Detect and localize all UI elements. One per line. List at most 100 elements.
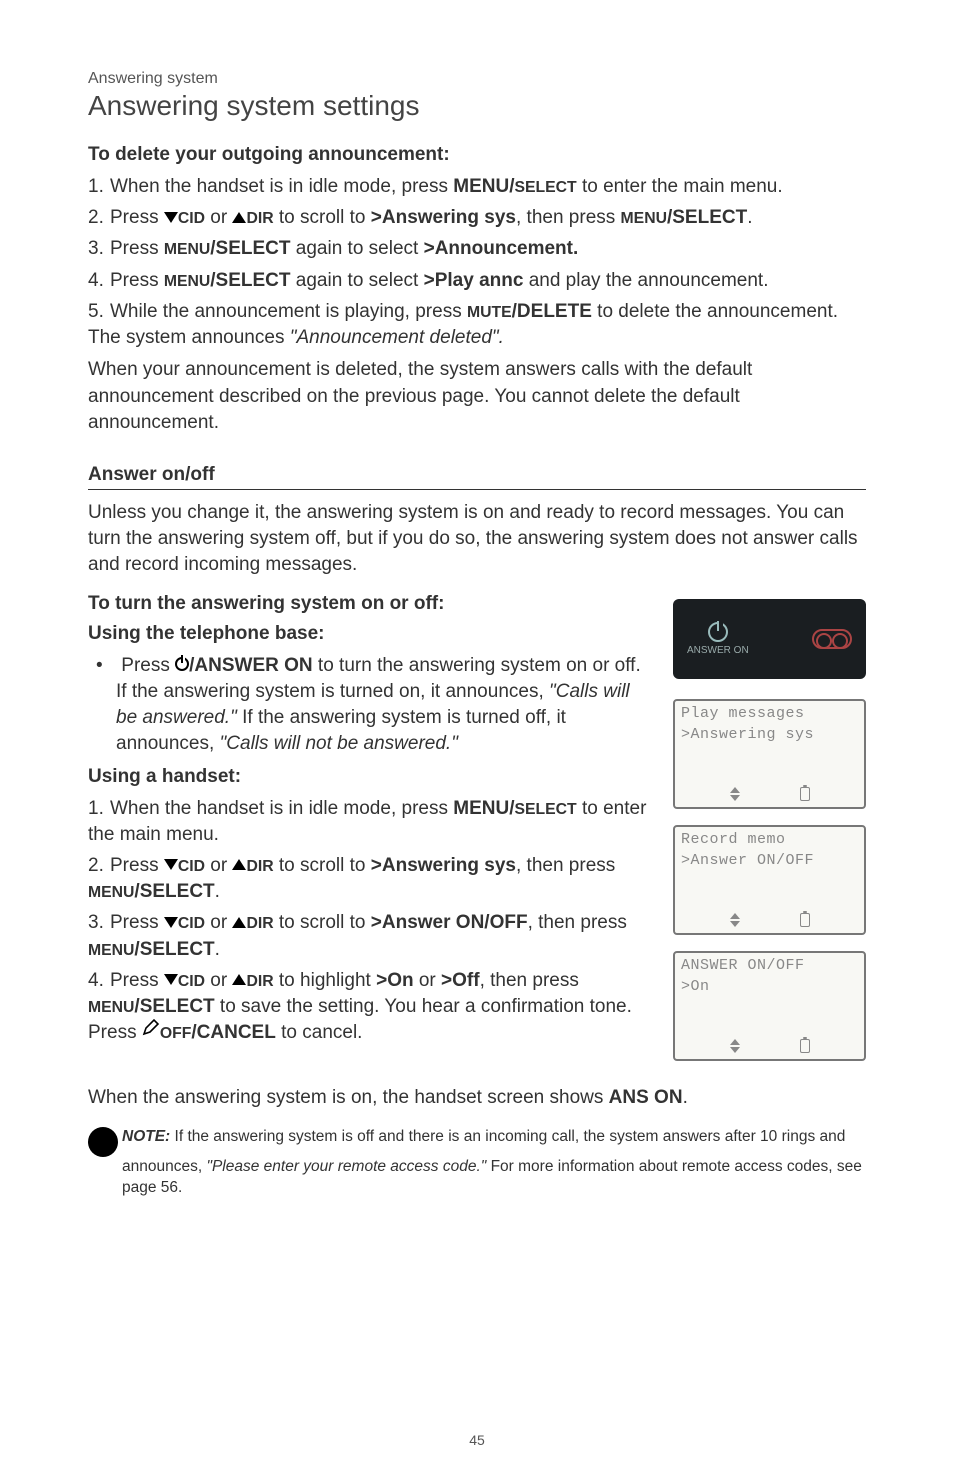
text: to scroll to — [274, 855, 371, 876]
text: or — [205, 970, 232, 991]
text: /SELECT — [210, 238, 290, 259]
step-number: 4. — [88, 968, 110, 994]
text: /ANSWER ON — [189, 655, 313, 676]
text: or — [205, 207, 232, 228]
lcd-line: >Answer ON/OFF — [675, 848, 864, 869]
text: >On — [376, 970, 413, 991]
arrow-down-icon — [164, 212, 178, 223]
text: /DELETE — [512, 301, 592, 322]
text: MENU/ — [453, 176, 514, 197]
step-number: 3. — [88, 910, 110, 936]
text: /SELECT — [134, 939, 214, 960]
step-2: 2.Press CID or DIR to scroll to >Answeri… — [88, 853, 655, 905]
text: MUTE — [467, 304, 512, 321]
answer-on-button-illustration: ANSWER ON — [673, 599, 866, 679]
step-3: 3.Press MENU/SELECT again to select >Ann… — [88, 236, 866, 262]
text: >Play annc — [424, 270, 524, 291]
note: iNOTE: If the answering system is off an… — [88, 1127, 866, 1199]
text: >Announcement. — [424, 238, 579, 259]
text: SELECT — [514, 801, 576, 818]
text: Press — [110, 207, 164, 228]
text: Press — [110, 238, 164, 259]
text: to scroll to — [274, 207, 371, 228]
text-italic: "Calls will not be answered." — [220, 733, 458, 754]
step-5: 5.While the announcement is playing, pre… — [88, 299, 866, 351]
lcd-screen-2: Record memo >Answer ON/OFF — [673, 825, 866, 935]
text: SELECT — [514, 179, 576, 196]
heading-delete-announcement: To delete your outgoing announcement: — [88, 144, 866, 166]
text: Press — [121, 655, 175, 676]
arrow-up-icon — [232, 859, 246, 870]
lcd-line: Play messages — [675, 701, 864, 722]
heading-using-base: Using the telephone base: — [88, 623, 655, 645]
arrow-up-icon — [232, 974, 246, 985]
text: . — [747, 207, 752, 228]
battery-icon — [800, 913, 810, 927]
arrow-down-icon — [164, 974, 178, 985]
text: . — [215, 939, 220, 960]
text: DIR — [246, 858, 273, 875]
text: and play the announcement. — [523, 270, 768, 291]
nav-arrows-icon — [730, 913, 740, 927]
text: /SELECT — [210, 270, 290, 291]
text: MENU — [164, 241, 210, 258]
text: >Answering sys — [371, 207, 516, 228]
text-italic: "Please enter your remote access code." — [206, 1158, 486, 1175]
step-number: 5. — [88, 299, 110, 325]
text: /CANCEL — [191, 1022, 275, 1043]
text: MENU/ — [453, 798, 514, 819]
lcd-line: ANSWER ON/OFF — [675, 953, 864, 974]
nav-arrows-icon — [730, 1039, 740, 1053]
text: >Answering sys — [371, 855, 516, 876]
heading-using-handset: Using a handset: — [88, 766, 655, 788]
step-number: 2. — [88, 853, 110, 879]
text: . — [215, 881, 220, 902]
step-number: 1. — [88, 796, 110, 822]
battery-icon — [800, 787, 810, 801]
steps-delete: 1.When the handset is in idle mode, pres… — [88, 174, 866, 351]
heading-answer-onoff: Answer on/off — [88, 464, 866, 490]
answer-on-button-left: ANSWER ON — [687, 622, 749, 656]
paragraph: When the answering system is on, the han… — [88, 1085, 866, 1111]
text: CID — [178, 210, 205, 227]
text: , then press — [516, 855, 615, 876]
text: , then press — [528, 912, 627, 933]
text: ANS ON — [609, 1087, 683, 1108]
battery-icon — [800, 1039, 810, 1053]
answer-on-label: ANSWER ON — [687, 645, 749, 656]
text: Press — [110, 270, 164, 291]
arrow-down-icon — [164, 859, 178, 870]
text: to scroll to — [274, 912, 371, 933]
text: OFF — [160, 1025, 192, 1042]
step-number: 2. — [88, 205, 110, 231]
text: to enter the main menu. — [577, 176, 783, 197]
page-number: 45 — [0, 1432, 954, 1448]
heading-turn-onoff: To turn the answering system on or off: — [88, 593, 655, 615]
paragraph: Unless you change it, the answering syst… — [88, 500, 866, 579]
text: MENU — [621, 210, 667, 227]
text-italic: "Announcement deleted". — [290, 327, 504, 348]
step-number: 4. — [88, 268, 110, 294]
lcd-screen-1: Play messages >Answering sys — [673, 699, 866, 809]
text: or — [205, 912, 232, 933]
steps-handset: 1.When the handset is in idle mode, pres… — [88, 796, 655, 1047]
section-title: Answering system settings — [88, 90, 866, 122]
arrow-up-icon — [232, 212, 246, 223]
text: When the handset is in idle mode, press — [110, 176, 453, 197]
step-number: 1. — [88, 174, 110, 200]
info-icon: i — [88, 1127, 118, 1157]
text: CID — [178, 973, 205, 990]
text: MENU — [88, 942, 134, 959]
pencil-icon — [142, 1018, 160, 1044]
note-label: NOTE: — [122, 1128, 170, 1145]
power-icon — [708, 622, 728, 642]
text: DIR — [246, 915, 273, 932]
breadcrumb: Answering system — [88, 70, 866, 88]
text: again to select — [291, 238, 424, 259]
text: Press — [110, 970, 164, 991]
arrow-up-icon — [232, 917, 246, 928]
text: DIR — [246, 210, 273, 227]
lcd-screen-3: ANSWER ON/OFF >On — [673, 951, 866, 1061]
text: MENU — [88, 884, 134, 901]
text: Press — [110, 912, 164, 933]
